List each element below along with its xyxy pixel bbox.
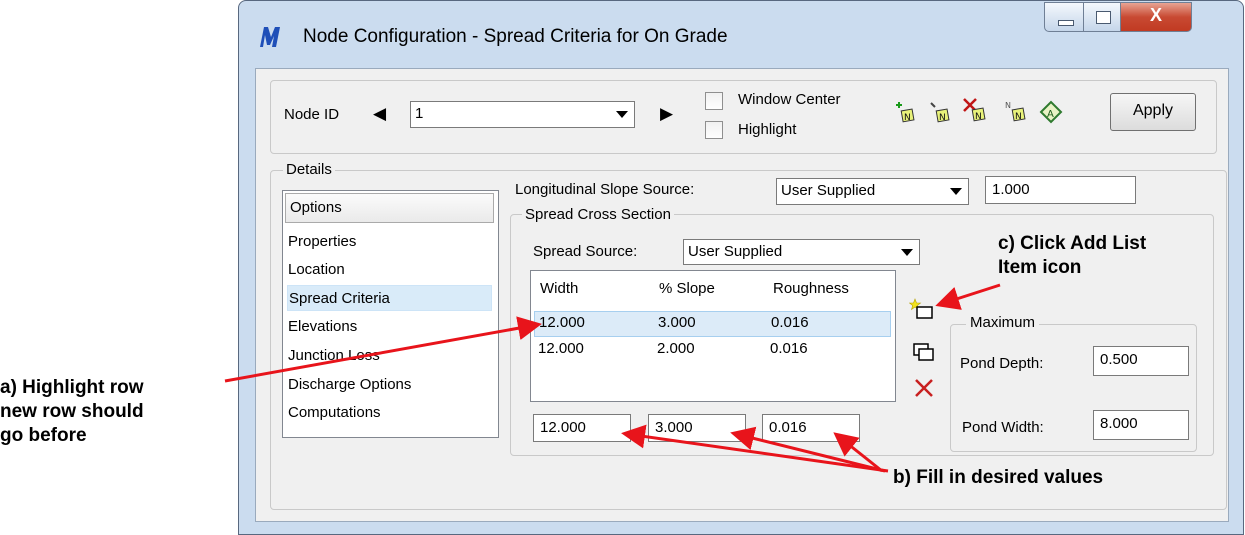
annotation-b: b) Fill in desired values (893, 467, 1104, 488)
spread-source-combo[interactable]: User Supplied (683, 239, 920, 265)
options-column-header[interactable]: Options (285, 193, 494, 223)
slope-source-combo[interactable]: User Supplied (776, 178, 969, 205)
close-icon: X (1149, 5, 1162, 25)
node-id-combo[interactable]: 1 (410, 101, 635, 128)
chevron-down-icon (616, 111, 628, 118)
spread-source-value: User Supplied (688, 243, 783, 260)
option-properties[interactable]: Properties (287, 229, 493, 255)
highlight-checkbox[interactable] (705, 121, 723, 139)
pond-width-input[interactable]: 8.000 (1093, 410, 1189, 440)
pond-depth-input[interactable]: 0.500 (1093, 346, 1189, 376)
slope-value-input[interactable]: 1.000 (985, 176, 1136, 204)
svg-text:N: N (1015, 112, 1022, 122)
previous-node-icon[interactable]: ◀ (373, 104, 386, 124)
annotation-a: a) Highlight row new row should go befor… (0, 377, 144, 446)
option-junction-loss[interactable]: Junction Loss (287, 343, 493, 369)
close-button[interactable]: X (1120, 2, 1192, 32)
width-input[interactable]: 12.000 (533, 414, 631, 442)
details-label: Details (283, 161, 335, 178)
table-cell: 0.016 (771, 314, 809, 331)
chevron-down-icon (901, 249, 913, 256)
spread-cross-section-label: Spread Cross Section (522, 206, 674, 223)
slope-source-value: User Supplied (781, 182, 876, 199)
app-logo-icon (260, 27, 280, 47)
edit-node-icon[interactable]: N (928, 100, 954, 126)
option-computations[interactable]: Computations (287, 400, 493, 426)
option-spread-criteria[interactable]: Spread Criteria (287, 285, 492, 311)
delete-list-item-icon[interactable] (912, 376, 936, 400)
svg-text:A: A (1047, 109, 1054, 120)
add-node-icon[interactable]: N (893, 100, 919, 126)
column-header-width[interactable]: Width (540, 280, 578, 297)
option-location[interactable]: Location (287, 257, 493, 283)
copy-list-item-icon[interactable] (911, 341, 937, 365)
column-header-roughness[interactable]: Roughness (773, 280, 849, 297)
table-row[interactable]: 12.000 2.000 0.016 (534, 338, 891, 364)
apply-button[interactable]: Apply (1110, 93, 1196, 131)
table-cell: 0.016 (770, 340, 808, 357)
minimize-icon (1058, 20, 1074, 26)
window-center-label: Window Center (738, 91, 841, 108)
maximum-label: Maximum (966, 314, 1040, 331)
node-id-value: 1 (415, 105, 424, 122)
table-cell: 2.000 (657, 340, 695, 357)
delete-node-icon[interactable]: N (962, 97, 990, 125)
svg-text:N: N (939, 113, 946, 123)
table-cell: 12.000 (538, 340, 584, 357)
slope-input[interactable]: 3.000 (648, 414, 746, 442)
node-id-label: Node ID (284, 106, 340, 123)
longitudinal-slope-label: Longitudinal Slope Source: (515, 181, 695, 198)
option-discharge-options[interactable]: Discharge Options (287, 372, 493, 398)
highlight-label: Highlight (738, 121, 797, 138)
node-label-icon[interactable]: N N (1004, 99, 1030, 125)
spread-source-label: Spread Source: (533, 243, 638, 260)
maximize-button[interactable] (1083, 2, 1121, 32)
next-node-icon[interactable]: ▶ (660, 104, 673, 124)
table-cell: 3.000 (658, 314, 696, 331)
pond-depth-label: Pond Depth: (960, 355, 1044, 372)
maximize-icon (1096, 11, 1111, 24)
svg-text:N: N (975, 112, 982, 122)
column-header-slope[interactable]: % Slope (659, 280, 715, 297)
node-report-icon[interactable]: A (1037, 98, 1065, 126)
pond-width-label: Pond Width: (962, 419, 1044, 436)
option-elevations[interactable]: Elevations (287, 314, 493, 340)
table-cell: 12.000 (539, 314, 585, 331)
add-list-item-icon[interactable] (909, 298, 937, 324)
table-row[interactable]: 12.000 3.000 0.016 (534, 311, 891, 337)
roughness-input[interactable]: 0.016 (762, 414, 860, 442)
minimize-button[interactable] (1044, 2, 1084, 32)
annotation-c: c) Click Add List Item icon (998, 233, 1147, 278)
window-center-checkbox[interactable] (705, 92, 723, 110)
svg-text:N: N (904, 113, 911, 123)
svg-text:N: N (1005, 101, 1011, 110)
window-title: Node Configuration - Spread Criteria for… (303, 26, 728, 47)
chevron-down-icon (950, 188, 962, 195)
